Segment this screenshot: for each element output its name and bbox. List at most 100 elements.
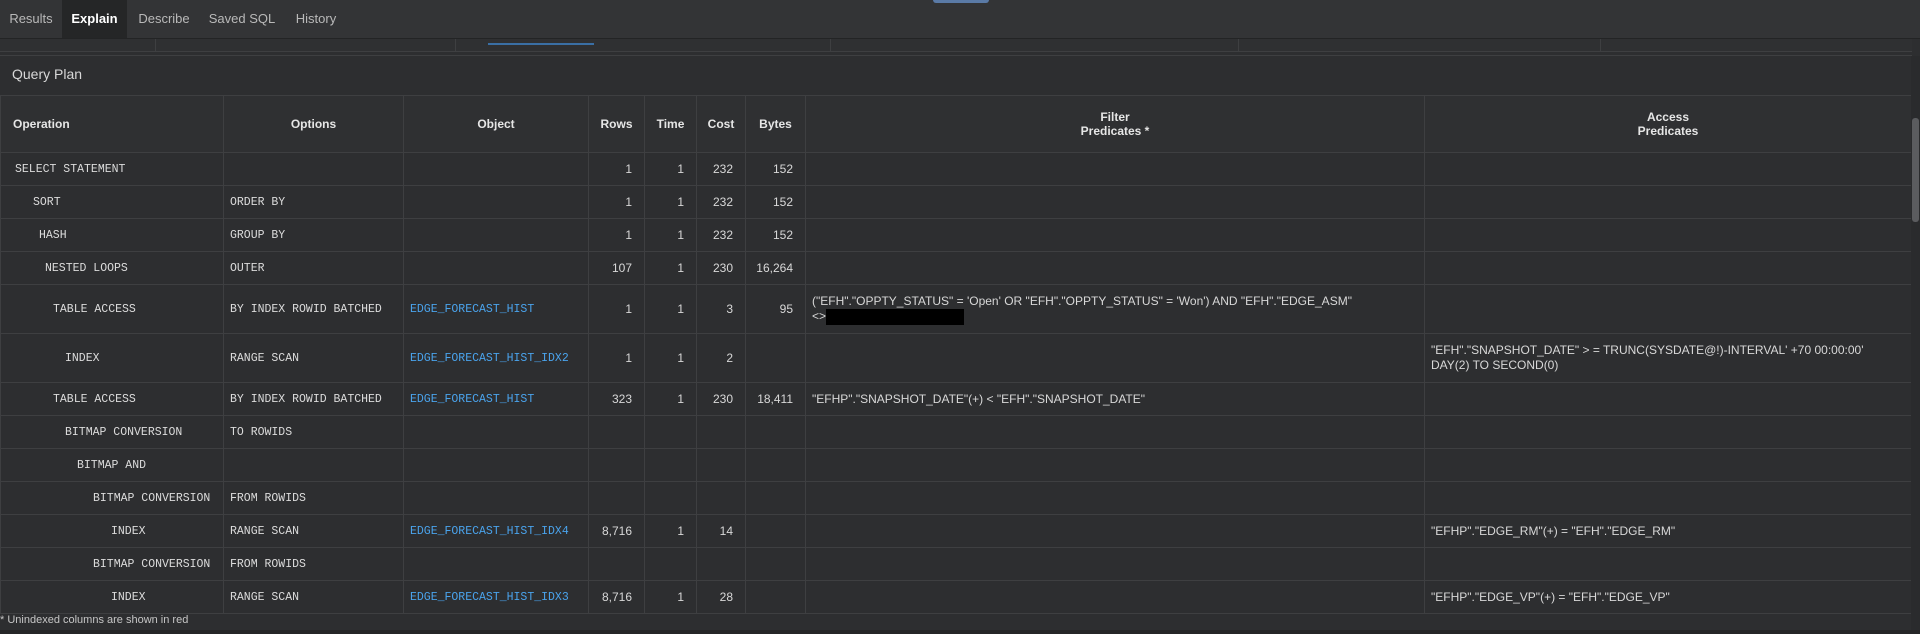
cell-object-link[interactable]	[403, 547, 589, 581]
cell-object-link[interactable]: EDGE_FORECAST_HIST_IDX3	[403, 580, 589, 614]
cell-filter-predicates	[805, 547, 1425, 581]
col-header-filter-predicates[interactable]: Filter Predicates *	[805, 95, 1425, 153]
header-row: Operation Options Object Rows Time Cost …	[0, 95, 1912, 153]
cell-access-predicates: "EFHP"."EDGE_VP"(+) = "EFH"."EDGE_VP"	[1424, 580, 1912, 614]
tab-results[interactable]: Results	[0, 0, 62, 38]
cell-rows	[588, 448, 645, 482]
table-row[interactable]: BITMAP CONVERSION FROM ROWIDS	[0, 481, 1912, 515]
cell-bytes: 152	[745, 152, 806, 186]
cell-object-link[interactable]	[403, 251, 589, 285]
table-row[interactable]: TABLE ACCESS BY INDEX ROWID BATCHED EDGE_F…	[0, 382, 1912, 416]
cell-object-link[interactable]	[403, 152, 589, 186]
cell-object-link[interactable]: EDGE_FORECAST_HIST_IDX2	[403, 333, 589, 383]
cell-filter-predicates	[805, 481, 1425, 515]
cell-time: 1	[644, 580, 697, 614]
cell-cost: 28	[696, 580, 746, 614]
cell-access-predicates	[1424, 481, 1912, 515]
cell-bytes	[745, 481, 806, 515]
cell-object-link[interactable]	[403, 481, 589, 515]
cell-access-predicates	[1424, 415, 1912, 449]
table-row[interactable]: INDEX RANGE SCAN EDGE_FORECAST_HIST_IDX2 1 1…	[0, 333, 1912, 383]
cell-access-predicates: "EFHP"."EDGE_RM"(+) = "EFH"."EDGE_RM"	[1424, 514, 1912, 548]
cell-object-link[interactable]	[403, 218, 589, 252]
cell-time: 1	[644, 218, 697, 252]
cell-rows: 1	[588, 284, 645, 334]
cell-access-predicates	[1424, 448, 1912, 482]
panel-title: Query Plan	[12, 66, 83, 82]
drag-handle[interactable]	[933, 0, 989, 3]
col-header-options[interactable]: Options	[223, 95, 404, 153]
col-header-access-predicates[interactable]: Access Predicates	[1424, 95, 1912, 153]
table-row[interactable]: INDEX RANGE SCAN EDGE_FORECAST_HIST_IDX3 8,…	[0, 580, 1912, 614]
table-row[interactable]: BITMAP CONVERSION FROM ROWIDS	[0, 547, 1912, 581]
cell-options: FROM ROWIDS	[223, 481, 404, 515]
filter-text: ("EFH"."OPPTY_STATUS" = 'Open' OR "EFH".…	[812, 293, 1352, 308]
cell-rows: 8,716	[588, 514, 645, 548]
cell-object-link[interactable]	[403, 185, 589, 219]
col-header-rows[interactable]: Rows	[588, 95, 645, 153]
cell-cost: 232	[696, 218, 746, 252]
table-row[interactable]: BITMAP AND	[0, 448, 1912, 482]
cell-filter-predicates	[805, 185, 1425, 219]
table-row[interactable]: NESTED LOOPS OUTER 107 1 230 16,264	[0, 251, 1912, 285]
table-row[interactable]: TABLE ACCESS BY INDEX ROWID BATCHED EDGE_F…	[0, 284, 1912, 334]
table-row[interactable]: BITMAP CONVERSION TO ROWIDS	[0, 415, 1912, 449]
col-header-time[interactable]: Time	[644, 95, 697, 153]
cell-rows: 1	[588, 333, 645, 383]
cell-operation: INDEX	[0, 514, 224, 548]
cell-filter-predicates	[805, 333, 1425, 383]
tab-describe[interactable]: Describe	[129, 0, 199, 38]
cell-bytes: 152	[745, 185, 806, 219]
cell-object-link[interactable]	[403, 448, 589, 482]
cell-access-predicates	[1424, 284, 1912, 334]
cell-object-link[interactable]: EDGE_FORECAST_HIST_IDX4	[403, 514, 589, 548]
cell-options: FROM ROWIDS	[223, 547, 404, 581]
cell-cost	[696, 547, 746, 581]
cell-operation: HASH	[0, 218, 224, 252]
cell-filter-predicates	[805, 152, 1425, 186]
col-header-access-line2: Predicates	[1637, 124, 1699, 138]
cell-options: RANGE SCAN	[223, 580, 404, 614]
cell-cost: 232	[696, 185, 746, 219]
col-header-operation[interactable]: Operation	[0, 95, 224, 153]
cell-time: 1	[644, 284, 697, 334]
cell-filter-predicates: ("EFH"."OPPTY_STATUS" = 'Open' OR "EFH".…	[805, 284, 1425, 334]
tab-saved-sql[interactable]: Saved SQL	[201, 0, 283, 38]
table-row[interactable]: SELECT STATEMENT 1 1 232 152	[0, 152, 1912, 186]
col-header-object[interactable]: Object	[403, 95, 589, 153]
table-row[interactable]: INDEX RANGE SCAN EDGE_FORECAST_HIST_IDX4 8,…	[0, 514, 1912, 548]
cell-filter-predicates	[805, 580, 1425, 614]
table-row[interactable]: SORT ORDER BY 1 1 232 152	[0, 185, 1912, 219]
footnote: * Unindexed columns are shown in red	[0, 614, 189, 626]
cell-cost: 230	[696, 382, 746, 416]
plan-body: SELECT STATEMENT 1 1 232 152 SORT ORDER BY 1 1 23…	[0, 152, 1912, 614]
cell-filter-predicates: "EFHP"."SNAPSHOT_DATE"(+) < "EFH"."SNAPS…	[805, 382, 1425, 416]
cell-access-predicates	[1424, 185, 1912, 219]
cell-rows: 8,716	[588, 580, 645, 614]
cell-access-predicates: "EFH"."SNAPSHOT_DATE" > = TRUNC(SYSDATE@…	[1424, 333, 1912, 383]
cell-operation: BITMAP CONVERSION	[0, 415, 224, 449]
cell-time	[644, 415, 697, 449]
cell-cost: 14	[696, 514, 746, 548]
cell-bytes: 95	[745, 284, 806, 334]
cell-rows: 1	[588, 152, 645, 186]
scrollbar-thumb[interactable]	[1912, 118, 1919, 222]
col-header-filter-line2: Predicates *	[1080, 124, 1150, 138]
cell-rows	[588, 481, 645, 515]
cell-cost: 232	[696, 152, 746, 186]
tab-explain[interactable]: Explain	[62, 0, 127, 38]
table-row[interactable]: HASH GROUP BY 1 1 232 152	[0, 218, 1912, 252]
cell-options: RANGE SCAN	[223, 514, 404, 548]
cell-object-link[interactable]	[403, 415, 589, 449]
cell-object-link[interactable]: EDGE_FORECAST_HIST	[403, 284, 589, 334]
col-header-cost[interactable]: Cost	[696, 95, 746, 153]
filter-text: "EFHP"."SNAPSHOT_DATE"(+) < "EFH"."SNAPS…	[812, 391, 1146, 406]
tab-history[interactable]: History	[285, 0, 347, 38]
cell-time	[644, 481, 697, 515]
cell-cost	[696, 415, 746, 449]
col-header-bytes[interactable]: Bytes	[745, 95, 806, 153]
cell-time: 1	[644, 382, 697, 416]
cell-operation: INDEX	[0, 580, 224, 614]
cell-bytes	[745, 333, 806, 383]
cell-object-link[interactable]: EDGE_FORECAST_HIST	[403, 382, 589, 416]
